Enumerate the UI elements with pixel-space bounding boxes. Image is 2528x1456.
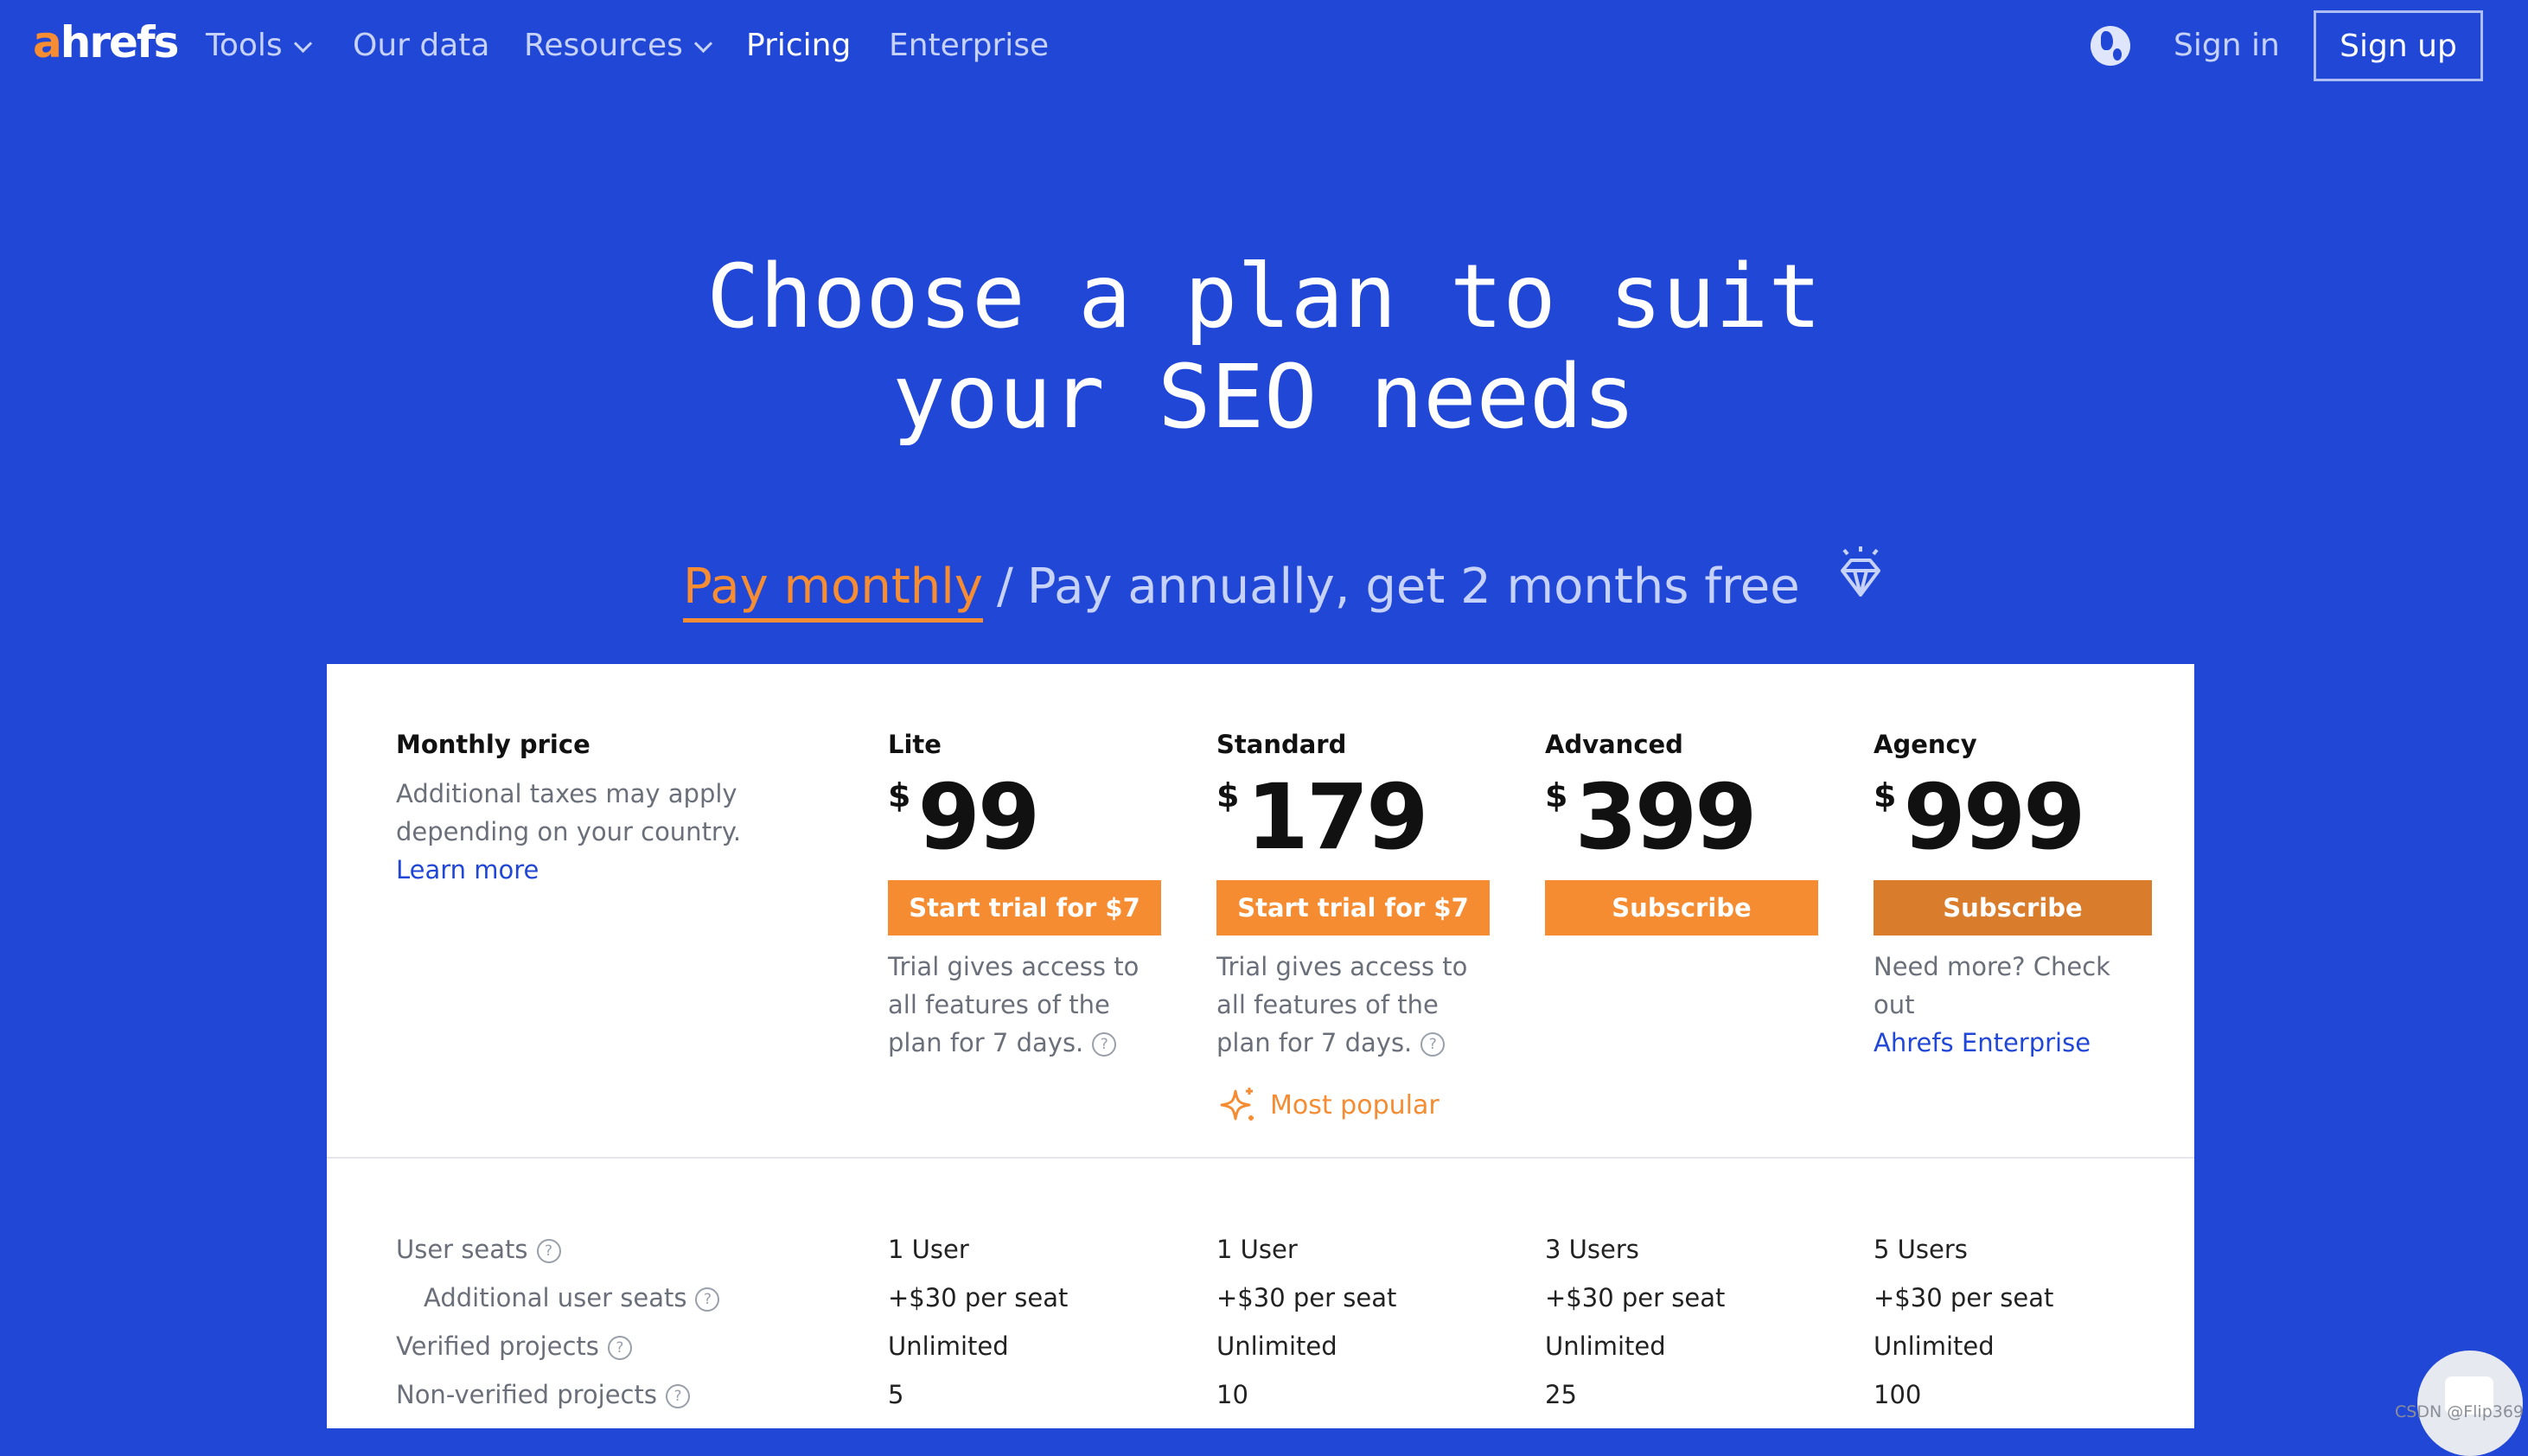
table-row: Non-verified projects? 5 10 25 100: [327, 1380, 2194, 1428]
ahrefs-enterprise-link[interactable]: Ahrefs Enterprise: [1874, 1028, 2091, 1057]
nav-enterprise[interactable]: Enterprise: [889, 28, 1049, 63]
feature-value: +$30 per seat: [1216, 1283, 1397, 1312]
feature-value: 25: [1545, 1380, 1577, 1409]
most-popular-badge: Most popular: [1216, 1084, 1493, 1126]
feature-value: 100: [1874, 1380, 1922, 1409]
feature-value: 1 User: [888, 1235, 969, 1264]
plan-lite: Lite $99 Start trial for $7 Trial gives …: [888, 730, 1165, 1062]
feature-value: Unlimited: [1216, 1331, 1337, 1361]
feature-value: 5 Users: [1874, 1235, 1968, 1264]
page-title-line2: your SEO needs: [892, 346, 1636, 449]
page-title-line1: Choose a plan to suit: [706, 246, 1822, 348]
feature-value: +$30 per seat: [1874, 1283, 2054, 1312]
subscribe-button[interactable]: Subscribe: [1874, 880, 2152, 936]
top-nav: ahrefs Tools Our data Resources Pricing …: [0, 0, 2528, 95]
feature-label: Non-verified projects?: [396, 1380, 690, 1409]
plan-advanced: Advanced $399 Subscribe: [1545, 730, 1818, 936]
plan-name: Agency: [1874, 730, 1977, 759]
plan-price: $179: [1216, 764, 1429, 870]
feature-value: Unlimited: [888, 1331, 1009, 1361]
sparkle-icon: [1220, 1088, 1254, 1121]
feature-value: +$30 per seat: [1545, 1283, 1726, 1312]
plan-name: Advanced: [1545, 730, 1683, 759]
help-icon[interactable]: ?: [1420, 1032, 1446, 1057]
nav-pricing[interactable]: Pricing: [746, 28, 851, 63]
nav-tools[interactable]: Tools: [206, 28, 312, 63]
watermark: CSDN @Flip369: [2395, 1402, 2525, 1421]
section-divider: [327, 1157, 2194, 1159]
billing-separator: /: [996, 559, 1013, 616]
pay-monthly-option[interactable]: Pay monthly: [683, 559, 983, 623]
learn-more-link[interactable]: Learn more: [396, 855, 539, 884]
sign-in-link[interactable]: Sign in: [2174, 28, 2280, 63]
page-title: Choose a plan to suit your SEO needs: [0, 247, 2528, 448]
globe-icon[interactable]: [2091, 26, 2130, 66]
feature-value: +$30 per seat: [888, 1283, 1069, 1312]
table-row: Verified projects? Unlimited Unlimited U…: [327, 1331, 2194, 1380]
feature-value: Unlimited: [1874, 1331, 1995, 1361]
plan-standard: Standard $179 Start trial for $7 Trial g…: [1216, 730, 1493, 1126]
help-icon[interactable]: ?: [695, 1287, 720, 1312]
feature-value: Unlimited: [1545, 1331, 1666, 1361]
billing-toggle: Pay monthly / Pay annually, get 2 months f…: [683, 546, 1891, 626]
nav-our-data[interactable]: Our data: [353, 28, 489, 63]
plan-agency: Agency $999 Subscribe Need more? Check o…: [1874, 730, 2152, 1062]
plan-price: $399: [1545, 764, 1758, 870]
table-row: User seats? 1 User 1 User 3 Users 5 User…: [327, 1235, 2194, 1283]
trial-note: Trial gives access to all features of th…: [888, 952, 1140, 1057]
feature-label: User seats?: [396, 1235, 561, 1264]
feature-value: 3 Users: [1545, 1235, 1639, 1264]
plan-price: $999: [1874, 764, 2086, 870]
enterprise-note: Need more? Check out Ahrefs Enterprise: [1874, 952, 2110, 1057]
subscribe-button[interactable]: Subscribe: [1545, 880, 1818, 936]
feature-value: 1 User: [1216, 1235, 1298, 1264]
nav-resources[interactable]: Resources: [524, 28, 712, 63]
start-trial-button[interactable]: Start trial for $7: [1216, 880, 1490, 936]
help-icon[interactable]: ?: [536, 1239, 561, 1263]
start-trial-button[interactable]: Start trial for $7: [888, 880, 1161, 936]
feature-value: 10: [1216, 1380, 1248, 1409]
feature-label: Verified projects?: [396, 1331, 632, 1361]
plan-name: Lite: [888, 730, 942, 759]
chevron-down-icon: [693, 34, 712, 54]
trial-note: Trial gives access to all features of th…: [1216, 952, 1468, 1057]
help-icon[interactable]: ?: [665, 1384, 690, 1408]
ahrefs-logo[interactable]: ahrefs: [33, 17, 179, 67]
monthly-price-heading: Monthly price: [396, 730, 591, 759]
monthly-price-info: Monthly price Additional taxes may apply…: [396, 730, 802, 889]
tax-note: Additional taxes may apply depending on …: [396, 779, 742, 884]
plan-name: Standard: [1216, 730, 1347, 759]
sign-up-button[interactable]: Sign up: [2314, 10, 2483, 81]
feature-value: 5: [888, 1380, 904, 1409]
table-row: Additional user seats? +$30 per seat +$3…: [327, 1283, 2194, 1331]
help-icon[interactable]: ?: [1092, 1032, 1117, 1057]
feature-label: Additional user seats?: [424, 1283, 720, 1312]
diamond-icon: [1830, 545, 1891, 617]
chevron-down-icon: [293, 34, 312, 54]
help-icon[interactable]: ?: [607, 1336, 632, 1360]
pay-annually-option[interactable]: Pay annually, get 2 months free: [1027, 559, 1800, 615]
plan-price: $99: [888, 764, 1040, 870]
pricing-card: Monthly price Additional taxes may apply…: [327, 664, 2194, 1428]
